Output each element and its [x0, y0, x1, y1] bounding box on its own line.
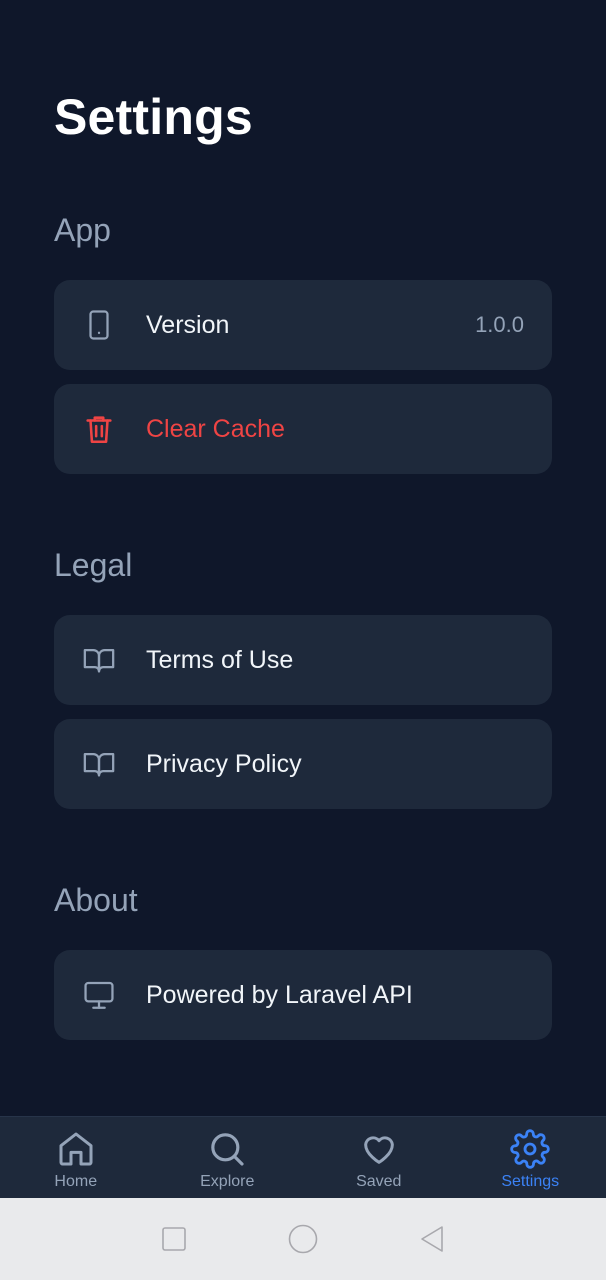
monitor-icon	[82, 978, 116, 1012]
nav-explore-label: Explore	[200, 1173, 255, 1190]
version-label: Version	[146, 310, 230, 339]
back-triangle-icon[interactable]	[417, 1224, 447, 1254]
system-navigation-bar	[0, 1198, 606, 1280]
trash-icon	[82, 412, 116, 446]
section-title-app: App	[54, 212, 111, 248]
powered-by-label: Powered by Laravel API	[146, 980, 413, 1009]
nav-settings-label: Settings	[501, 1173, 560, 1190]
tablet-icon	[82, 308, 116, 342]
search-icon	[211, 1133, 244, 1166]
nav-explore[interactable]: Explore	[152, 1117, 304, 1198]
gear-icon	[510, 1129, 550, 1169]
recents-icon[interactable]	[159, 1224, 189, 1254]
version-row[interactable]: Version 1.0.0	[54, 280, 552, 370]
home-circle-icon[interactable]	[288, 1224, 318, 1254]
nav-saved[interactable]: Saved	[303, 1117, 455, 1198]
page-title: Settings	[54, 89, 253, 145]
terms-of-use-row[interactable]: Terms of Use	[54, 615, 552, 705]
nav-home-label: Home	[54, 1173, 98, 1190]
clear-cache-button[interactable]: Clear Cache	[54, 384, 552, 474]
privacy-policy-row[interactable]: Privacy Policy	[54, 719, 552, 809]
book-open-icon	[82, 643, 116, 677]
terms-of-use-label: Terms of Use	[146, 645, 294, 674]
bottom-navigation: Home Explore Saved Settings	[0, 1116, 606, 1198]
privacy-policy-label: Privacy Policy	[146, 749, 302, 778]
version-value: 1.0.0	[475, 312, 524, 337]
book-open-icon	[82, 747, 116, 781]
nav-saved-label: Saved	[356, 1173, 402, 1190]
powered-by-row[interactable]: Powered by Laravel API	[54, 950, 552, 1040]
section-title-about: About	[54, 882, 138, 918]
nav-home[interactable]: Home	[0, 1117, 152, 1198]
home-icon	[59, 1132, 93, 1166]
nav-settings[interactable]: Settings	[455, 1117, 606, 1198]
section-title-legal: Legal	[54, 547, 133, 583]
heart-icon	[363, 1136, 394, 1164]
settings-page: Settings App Version 1.0.0 Clear Cache L…	[0, 0, 606, 1116]
clear-cache-label: Clear Cache	[146, 414, 285, 443]
